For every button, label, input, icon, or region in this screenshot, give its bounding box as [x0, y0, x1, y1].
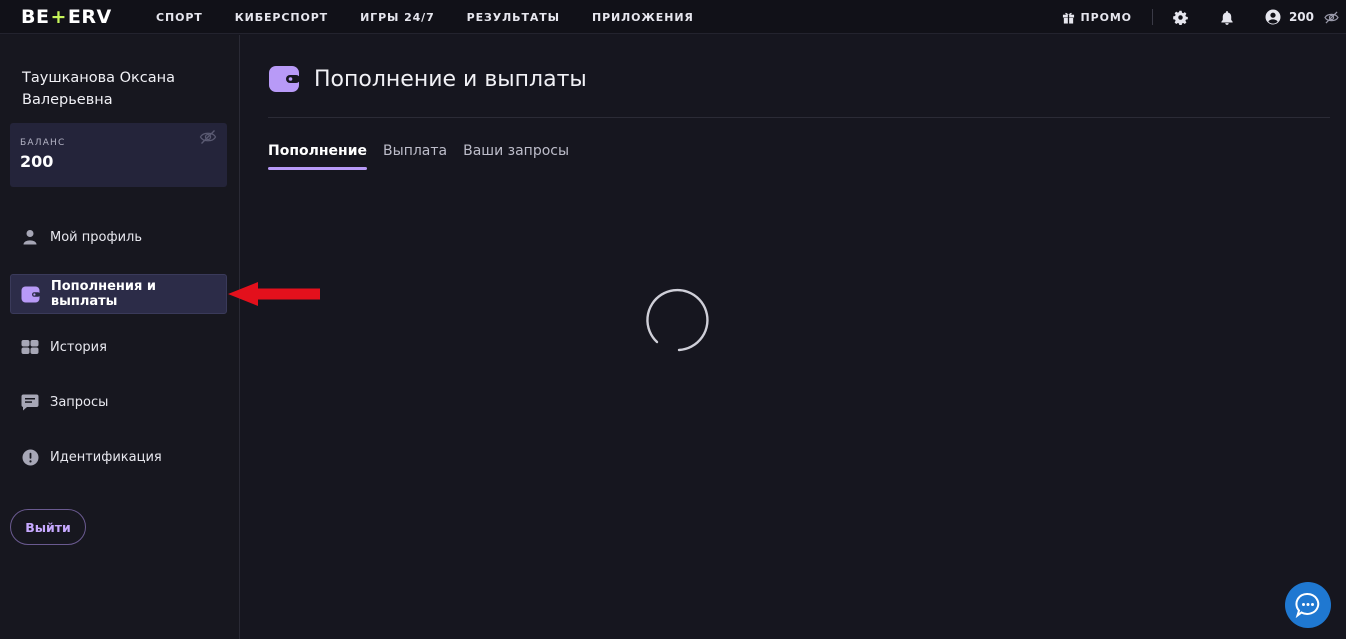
- chat-bubble-icon: [1295, 592, 1320, 618]
- account-circle-icon: [1265, 9, 1281, 25]
- message-icon: [20, 392, 40, 412]
- sidebar-item-label: Идентификация: [50, 449, 162, 465]
- balance-label: БАЛАНС: [20, 138, 66, 148]
- bell-icon: [1221, 10, 1233, 25]
- tab-your-requests[interactable]: Ваши запросы: [463, 140, 569, 170]
- history-icon: [20, 337, 40, 357]
- eye-off-icon: [1324, 11, 1339, 23]
- support-chat-button[interactable]: [1285, 582, 1331, 628]
- promo-button[interactable]: ПРОМО: [1062, 11, 1132, 24]
- wallet-icon: [269, 66, 300, 92]
- logo-text-right: ERV: [67, 6, 112, 28]
- gift-icon: [1062, 12, 1074, 24]
- settings-button[interactable]: [1173, 9, 1189, 25]
- sidebar-item-label: Запросы: [50, 394, 109, 410]
- hide-balance-toggle[interactable]: [1324, 9, 1340, 25]
- nav-sport[interactable]: СПОРТ: [156, 11, 203, 24]
- balance-value: 200: [20, 152, 54, 171]
- promo-label: ПРОМО: [1080, 10, 1132, 24]
- user-full-name: Таушканова Оксана Валерьевна: [22, 70, 176, 108]
- tab-deposit[interactable]: Пополнение: [268, 140, 368, 170]
- sidebar-item-label: Мой профиль: [50, 229, 142, 245]
- nav-esports[interactable]: КИБЕРСПОРТ: [235, 11, 328, 24]
- balance-card: БАЛАНС 200: [10, 123, 227, 187]
- page-title: Пополнение и выплаты: [314, 66, 587, 92]
- sidebar-item-profile[interactable]: Мой профиль: [10, 217, 227, 257]
- account-sidebar: Таушканова Оксана Валерьевна БАЛАНС 200 …: [0, 35, 240, 639]
- payment-tabs: Пополнение Выплата Ваши запросы: [268, 140, 585, 170]
- sidebar-item-requests[interactable]: Запросы: [10, 382, 227, 422]
- annotation-arrow-icon: [228, 282, 320, 306]
- alert-icon: [20, 447, 40, 467]
- logo-plus: +: [50, 6, 67, 28]
- brand-logo[interactable]: BE + ERV: [21, 6, 112, 28]
- logout-button[interactable]: Выйти: [10, 509, 86, 545]
- top-navigation-bar: BE + ERV СПОРТ КИБЕРСПОРТ ИГРЫ 24/7 РЕЗУЛЬ…: [0, 0, 1346, 34]
- loading-spinner-icon: [646, 288, 709, 352]
- notifications-button[interactable]: [1219, 9, 1235, 25]
- gear-icon: [1173, 10, 1189, 25]
- header-balance-value: 200: [1288, 10, 1314, 24]
- header-divider: [268, 117, 1330, 118]
- sidebar-item-identification[interactable]: Идентификация: [10, 437, 227, 477]
- sidebar-item-label: История: [50, 339, 107, 355]
- nav-apps[interactable]: ПРИЛОЖЕНИЯ: [592, 11, 694, 24]
- sidebar-item-deposits-withdrawals[interactable]: Пополнения и выплаты: [10, 274, 227, 314]
- user-icon: [20, 227, 40, 247]
- header-separator: [1151, 9, 1153, 25]
- eye-off-icon[interactable]: [199, 129, 217, 145]
- tab-withdrawal[interactable]: Выплата: [383, 140, 447, 170]
- account-balance[interactable]: 200: [1265, 9, 1314, 25]
- nav-games-24-7[interactable]: ИГРЫ 24/7: [360, 11, 435, 24]
- sidebar-item-label: Пополнения и выплаты: [50, 279, 156, 309]
- page-header: Пополнение и выплаты: [268, 62, 587, 96]
- nav-results[interactable]: РЕЗУЛЬТАТЫ: [467, 11, 560, 24]
- wallet-icon: [21, 284, 41, 304]
- main-nav: СПОРТ КИБЕРСПОРТ ИГРЫ 24/7 РЕЗУЛЬТАТЫ ПР…: [156, 0, 726, 34]
- logo-text-left: BE: [21, 6, 50, 28]
- sidebar-item-history[interactable]: История: [10, 327, 227, 367]
- header-actions: ПРОМО 200: [1062, 0, 1346, 34]
